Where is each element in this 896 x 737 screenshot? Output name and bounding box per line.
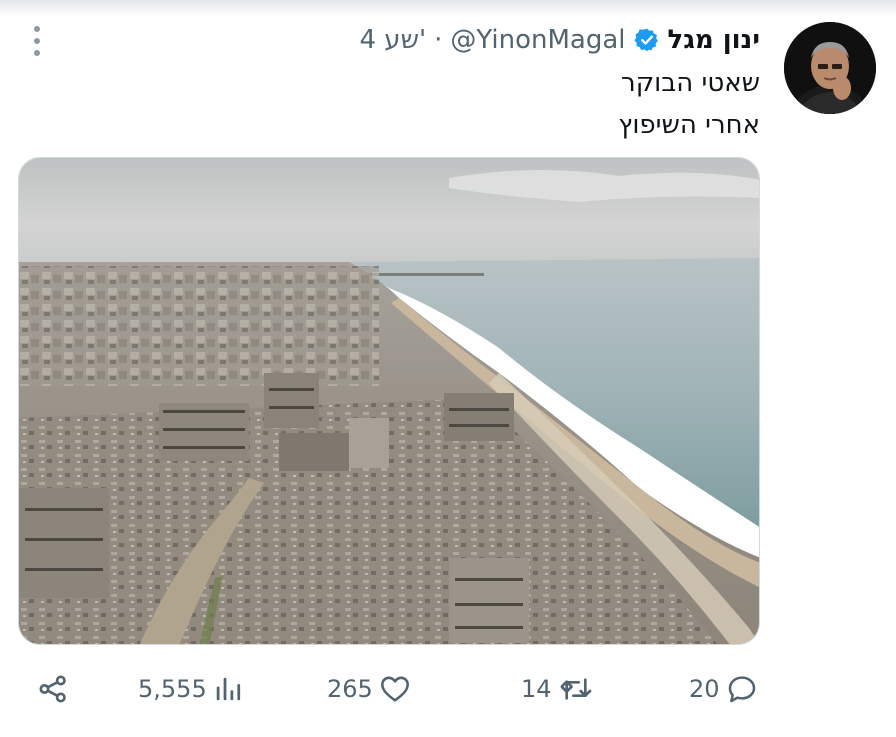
retweet-button[interactable]: 14	[521, 666, 594, 712]
tweet-text-line: שאטי הבוקר	[621, 68, 760, 98]
reply-button[interactable]: 20	[689, 666, 758, 712]
like-button[interactable]: 265	[327, 666, 411, 712]
top-fade	[0, 0, 896, 16]
views-icon	[216, 677, 240, 701]
separator-dot: ·	[434, 25, 443, 55]
reply-icon	[728, 676, 755, 703]
likes-count: 265	[327, 675, 373, 703]
author-handle[interactable]: @YinonMagal	[450, 25, 625, 55]
tweet-photo[interactable]	[18, 157, 760, 645]
share-icon	[39, 675, 66, 703]
author-name[interactable]: ינון מגל	[668, 25, 761, 55]
heart-icon	[380, 676, 409, 702]
views-button[interactable]: 5,555	[138, 666, 243, 712]
views-count: 5,555	[138, 675, 207, 703]
tweet-text: שאטי הבוקר אחרי השיפוץ	[618, 62, 760, 146]
share-button[interactable]	[36, 666, 70, 712]
more-options-icon[interactable]	[28, 24, 46, 58]
retweets-count: 14	[521, 675, 552, 703]
tweet-text-line: אחרי השיפוץ	[618, 110, 760, 140]
action-bar: 5,555 265 14 20	[0, 666, 896, 712]
verified-badge-icon	[633, 28, 658, 52]
replies-count: 20	[689, 675, 720, 703]
tweet-time[interactable]: 4 שע'	[359, 25, 426, 55]
retweet-icon	[560, 678, 591, 700]
avatar[interactable]	[784, 22, 876, 114]
tweet-header: 4 שע' · @YinonMagal ינון מגל	[359, 22, 760, 58]
